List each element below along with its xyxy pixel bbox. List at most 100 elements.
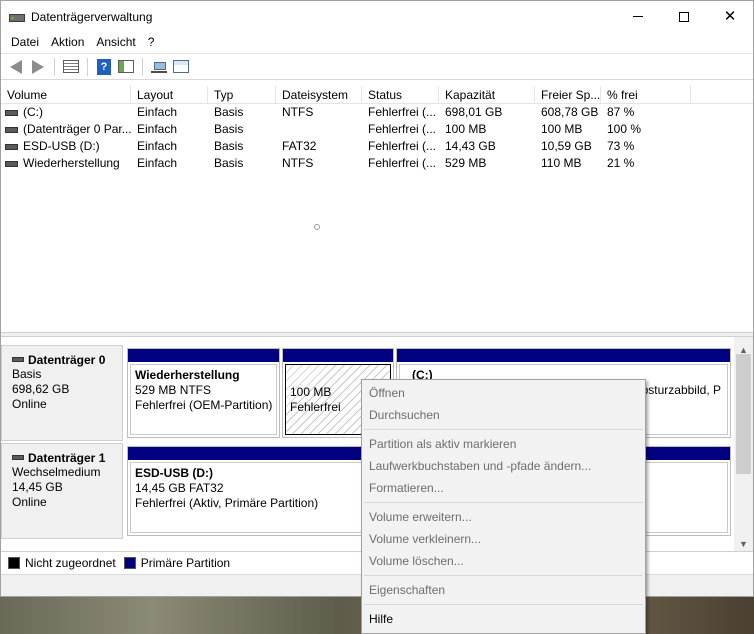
free-space-cell: 110 MB xyxy=(541,156,582,170)
table-row[interactable]: Wiederherstellung Einfach Basis NTFS Feh… xyxy=(1,155,753,172)
settings-icon xyxy=(173,60,189,73)
disk-icon xyxy=(12,357,24,362)
filesystem-cell: NTFS xyxy=(282,105,314,119)
legend-primary-partition: Primäre Partition xyxy=(140,556,231,570)
capacity-cell: 698,01 GB xyxy=(445,105,503,119)
layout-cell: Einfach xyxy=(137,156,178,170)
help-icon: ? xyxy=(97,58,111,75)
status-cell: Fehlerfrei (... xyxy=(368,105,437,119)
filesystem-cell: NTFS xyxy=(282,156,314,170)
menu-item-format[interactable]: Formatieren... xyxy=(362,477,645,499)
menu-item-change-drive-letter[interactable]: Laufwerkbuchstaben und -pfade ändern... xyxy=(362,455,645,477)
volume-list-header: Volume Layout Typ Dateisystem Status Kap… xyxy=(1,86,753,104)
capacity-cell: 100 MB xyxy=(445,122,487,136)
window-title: Datenträgerverwaltung xyxy=(31,9,153,24)
maximize-button[interactable] xyxy=(661,1,707,32)
properties-button[interactable] xyxy=(116,57,136,77)
scroll-down-icon[interactable]: ▼ xyxy=(739,539,748,549)
primary-partition-swatch xyxy=(123,557,136,569)
window-controls: ✕ xyxy=(615,1,753,32)
maximize-icon xyxy=(679,11,689,22)
toolbar-divider xyxy=(54,57,55,76)
disk-type: Basis xyxy=(12,367,42,381)
partition-status: Fehlerfrei (OEM-Partition) xyxy=(135,398,273,412)
disk-status: Online xyxy=(12,495,47,509)
column-header-typ[interactable]: Typ xyxy=(208,86,276,104)
column-header-filler xyxy=(691,86,753,104)
percent-free-cell: 73 % xyxy=(607,139,635,153)
disk-status: Online xyxy=(12,397,47,411)
type-cell: Basis xyxy=(214,122,244,136)
menu-item-shrink-volume[interactable]: Volume verkleinern... xyxy=(362,528,645,550)
help-button[interactable]: ? xyxy=(94,57,114,77)
menu-item-extend-volume[interactable]: Volume erweitern... xyxy=(362,506,645,528)
filesystem-cell xyxy=(276,121,362,138)
disk-pane-scrollbar[interactable]: ▲ ▼ xyxy=(734,337,753,551)
menu-separator xyxy=(364,604,643,605)
forward-button[interactable] xyxy=(28,57,48,77)
capacity-cell: 14,43 GB xyxy=(445,139,496,153)
disk-size: 698,62 GB xyxy=(12,382,70,396)
connect-icon xyxy=(151,61,167,73)
column-header-kapazitaet[interactable]: Kapazität xyxy=(439,86,535,104)
settings-button[interactable] xyxy=(171,57,191,77)
disk-1-label[interactable]: Datenträger 1 Wechselmedium 14,45 GB Onl… xyxy=(1,443,123,539)
menu-help[interactable]: ? xyxy=(142,32,161,53)
column-header-dateisystem[interactable]: Dateisystem xyxy=(276,86,362,104)
filesystem-cell: FAT32 xyxy=(282,139,317,153)
menu-item-oeffnen[interactable]: Öffnen xyxy=(362,382,645,404)
disk-type: Wechselmedium xyxy=(12,465,101,479)
menu-item-mark-active[interactable]: Partition als aktiv markieren xyxy=(362,433,645,455)
close-button[interactable]: ✕ xyxy=(707,1,753,32)
minimize-button[interactable] xyxy=(615,1,661,32)
menu-item-properties[interactable]: Eigenschaften xyxy=(362,579,645,601)
menu-separator xyxy=(364,429,643,430)
type-cell: Basis xyxy=(214,139,244,153)
menu-separator xyxy=(364,575,643,576)
table-row[interactable]: (C:) Einfach Basis NTFS Fehlerfrei (... … xyxy=(1,104,753,121)
column-header-prozent-frei[interactable]: % frei xyxy=(601,86,691,104)
volume-name: (C:) xyxy=(23,105,43,119)
list-view-button[interactable] xyxy=(61,57,81,77)
menu-ansicht[interactable]: Ansicht xyxy=(90,32,141,53)
menu-bar: Datei Aktion Ansicht ? xyxy=(1,32,753,53)
forward-arrow-icon xyxy=(32,59,44,74)
toolbar: ? xyxy=(1,53,753,80)
menu-datei[interactable]: Datei xyxy=(5,32,45,53)
column-header-status[interactable]: Status xyxy=(362,86,439,104)
column-header-freier-speicher[interactable]: Freier Sp... xyxy=(535,86,601,104)
layout-cell: Einfach xyxy=(137,122,178,136)
percent-free-cell: 21 % xyxy=(607,156,635,170)
properties-icon xyxy=(118,60,134,73)
column-header-layout[interactable]: Layout xyxy=(131,86,208,104)
disk-0-label[interactable]: Datenträger 0 Basis 698,62 GB Online xyxy=(1,345,123,441)
percent-free-cell: 100 % xyxy=(607,122,642,136)
connect-button[interactable] xyxy=(149,57,169,77)
menu-item-delete-volume[interactable]: Volume löschen... xyxy=(362,550,645,572)
scroll-thumb[interactable] xyxy=(736,354,751,474)
disk-size: 14,45 GB xyxy=(12,480,63,494)
table-row[interactable]: (Datenträger 0 Par... Einfach Basis Fehl… xyxy=(1,121,753,138)
volume-name: ESD-USB (D:) xyxy=(23,139,100,153)
back-button[interactable] xyxy=(6,57,26,77)
menu-item-help[interactable]: Hilfe xyxy=(362,608,645,630)
type-cell: Basis xyxy=(214,156,244,170)
menu-item-durchsuchen[interactable]: Durchsuchen xyxy=(362,404,645,426)
volume-icon xyxy=(5,126,18,133)
disk-management-app-icon xyxy=(9,10,25,24)
menu-aktion[interactable]: Aktion xyxy=(45,32,90,53)
toolbar-divider xyxy=(142,57,143,76)
column-header-volume[interactable]: Volume xyxy=(1,86,131,104)
capacity-cell: 529 MB xyxy=(445,156,487,170)
back-arrow-icon xyxy=(10,59,22,74)
partition-wiederherstellung[interactable]: Wiederherstellung 529 MB NTFS Fehlerfrei… xyxy=(127,348,280,438)
disk-icon xyxy=(12,455,24,460)
title-bar[interactable]: Datenträgerverwaltung ✕ xyxy=(1,1,753,32)
table-row[interactable]: ESD-USB (D:) Einfach Basis FAT32 Fehlerf… xyxy=(1,138,753,155)
volume-icon xyxy=(5,160,18,167)
toolbar-divider xyxy=(87,57,88,76)
volume-name: Wiederherstellung xyxy=(23,156,120,170)
status-cell: Fehlerfrei (... xyxy=(368,139,437,153)
primary-partition-bar xyxy=(283,349,393,362)
volume-icon xyxy=(5,109,18,116)
